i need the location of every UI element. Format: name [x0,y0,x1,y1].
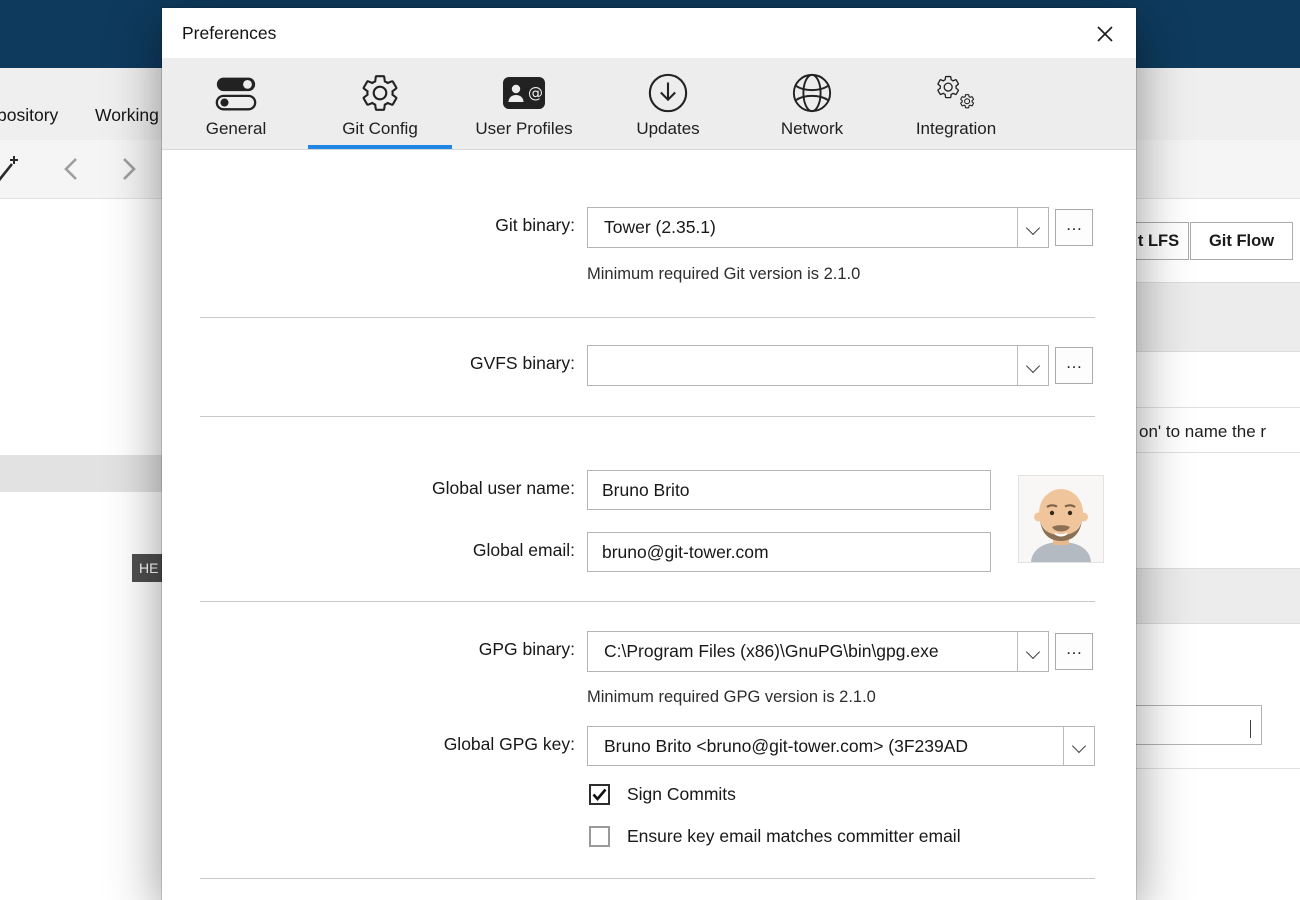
chevron-down-icon [1250,720,1251,738]
gpg-version-hint: Minimum required GPG version is 2.1.0 [587,688,876,706]
git-version-hint: Minimum required Git version is 2.1.0 [587,265,861,283]
gvfs-binary-label: GVFS binary: [469,353,575,373]
bg-dropdown[interactable] [1128,705,1262,745]
gpg-binary-select[interactable]: C:\Program Files (x86)\GnuPG\bin\gpg.exe [587,631,1049,672]
dialog-title: Preferences [182,23,277,43]
globe-icon [791,69,833,117]
git-binary-label: Git binary: [495,215,575,235]
dialog-titlebar: Preferences [162,8,1136,58]
section-divider [200,416,1095,417]
bg-row-divider [1136,452,1300,453]
close-icon[interactable] [1090,19,1120,49]
gears-icon [933,69,979,117]
global-gpg-key-select[interactable]: Bruno Brito <bruno@git-tower.com> (3F239… [587,726,1095,766]
tab-updates[interactable]: Updates [596,58,740,149]
gear-icon [359,69,401,117]
bg-row-divider [1136,768,1300,769]
tab-network[interactable]: Network [740,58,884,149]
global-email-label: Global email: [472,540,575,560]
avatar [1018,475,1104,563]
wand-icon[interactable] [0,150,24,190]
gvfs-binary-select[interactable] [587,345,1049,386]
screen: pository Working HE t LFS Git Flow on' t… [0,0,1300,900]
chevron-down-icon [1017,208,1048,247]
sign-commits-label: Sign Commits [627,784,736,804]
tab-git-config[interactable]: Git Config [308,58,452,149]
gpg-binary-browse-button[interactable]: … [1055,633,1093,670]
chevron-down-icon [1017,346,1048,385]
git-lfs-button[interactable]: t LFS [1128,222,1189,260]
section-divider [200,601,1095,602]
global-email-input[interactable] [587,532,991,572]
global-user-name-label: Global user name: [432,478,575,498]
download-circle-icon [647,69,689,117]
preferences-tab-bar: General Git Config @ User Profiles Updat… [162,58,1136,150]
global-user-name-input[interactable] [587,470,991,510]
sidebar-selected-row [0,455,162,492]
tab-user-profiles[interactable]: @ User Profiles [452,58,596,149]
git-binary-browse-button[interactable]: … [1055,209,1093,246]
menu-item-repository[interactable]: pository [0,105,58,126]
preferences-dialog: Preferences General Git Config @ User Pr… [162,8,1136,900]
menu-item-working-copy[interactable]: Working [95,105,159,126]
tab-integration[interactable]: Integration [884,58,1028,149]
sign-commits-checkbox[interactable] [589,784,610,805]
svg-text:@: @ [528,84,543,102]
bg-panel-band [1136,282,1300,352]
back-button[interactable] [56,153,88,185]
section-divider [200,878,1095,879]
bg-panel-band [1136,568,1300,624]
gpg-binary-label: GPG binary: [478,639,575,659]
ensure-key-email-label: Ensure key email matches committer email [627,826,961,846]
global-gpg-key-label: Global GPG key: [443,734,575,754]
gvfs-binary-browse-button[interactable]: … [1055,347,1093,384]
forward-button[interactable] [112,153,144,185]
id-badge-icon: @ [502,69,546,117]
bg-row-divider [1136,407,1300,408]
tab-general[interactable]: General [164,58,308,149]
ensure-key-email-checkbox[interactable] [589,826,610,847]
git-flow-button[interactable]: Git Flow [1190,222,1293,260]
section-divider [200,317,1095,318]
chevron-down-icon [1063,727,1094,765]
head-badge: HE [132,554,166,582]
toggles-icon [213,69,259,117]
git-binary-select[interactable]: Tower (2.35.1) [587,207,1049,248]
chevron-down-icon [1017,632,1048,671]
bg-hint-text: on' to name the r [1139,422,1267,441]
